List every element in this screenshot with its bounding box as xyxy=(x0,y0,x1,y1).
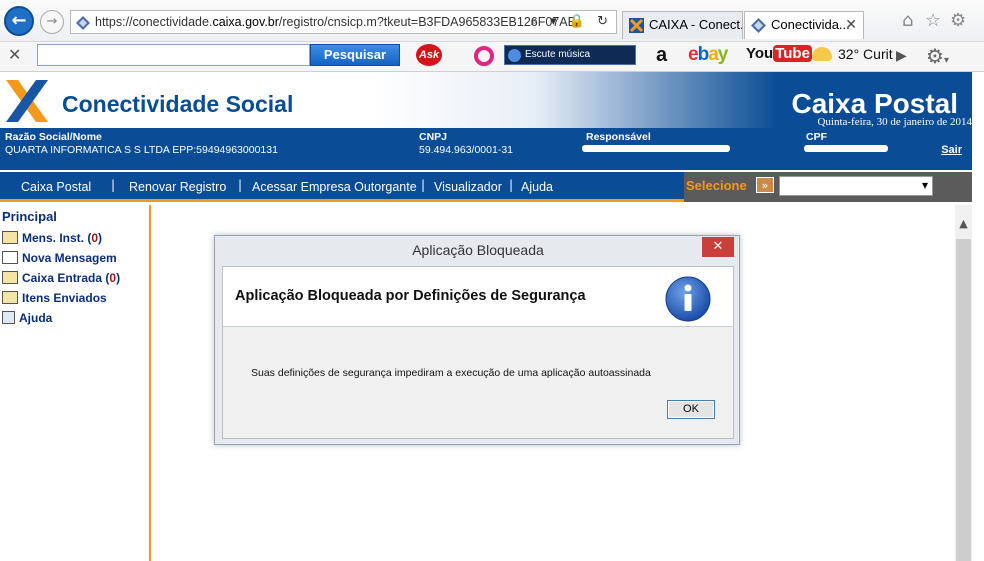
dialog-header: Aplicação Bloqueada por Definições de Se… xyxy=(223,267,733,327)
nav-acessar-empresa[interactable]: Acessar Empresa Outorgante xyxy=(252,180,417,194)
responsavel-redacted xyxy=(582,145,730,152)
nav-separator: | xyxy=(238,178,243,192)
favorites-star-icon[interactable]: ☆ xyxy=(925,10,941,31)
play-icon[interactable] xyxy=(508,49,521,62)
forward-button[interactable]: → xyxy=(40,10,64,34)
dialog-content: Aplicação Bloqueada por Definições de Se… xyxy=(222,266,734,439)
url-text: https://conectividade.caixa.gov.br/regis… xyxy=(95,15,576,29)
ask-logo-icon[interactable]: Ask xyxy=(416,44,442,66)
cnpj-label: CNPJ xyxy=(419,131,448,143)
weather-sun-icon xyxy=(812,47,832,61)
tab-close-icon[interactable]: ✕ xyxy=(845,16,857,33)
sent-items-icon xyxy=(2,291,18,304)
search-button[interactable]: Pesquisar xyxy=(310,44,400,66)
address-row: ← → https://conectividade.caixa.gov.br/r… xyxy=(0,0,984,42)
dialog-close-button[interactable]: ✕ xyxy=(702,237,734,257)
page-header: Conectividade Social Caixa Postal Quinta… xyxy=(0,72,972,128)
ok-button[interactable]: OK xyxy=(667,400,715,419)
toolbar-close-icon[interactable]: ✕ xyxy=(8,45,21,64)
amazon-logo-icon[interactable]: a xyxy=(656,44,667,67)
cpf-label: CPF xyxy=(806,131,827,143)
scroll-up-arrow-icon[interactable]: ▲ xyxy=(955,217,972,233)
address-tools-icons[interactable]: ⌕ ▾ 🔒 ↻ xyxy=(531,14,612,29)
sidebar-item-nova-mensagem[interactable]: Nova Mensagem xyxy=(2,251,117,265)
search-toolbar: ✕ Pesquisar Ask Escute música a ebay You… xyxy=(0,42,984,72)
tab-caixa[interactable]: CAIXA - Conect... xyxy=(622,11,743,39)
megaphone-icon xyxy=(2,231,18,244)
company-select[interactable]: ▾ xyxy=(779,176,933,196)
responsavel-label: Responsável xyxy=(586,131,651,143)
nav-caixa-postal[interactable]: Caixa Postal xyxy=(21,180,91,194)
dialog-heading: Aplicação Bloqueada por Definições de Se… xyxy=(235,288,586,304)
company-info-bar: Razão Social/Nome QUARTA INFORMATICA S S… xyxy=(0,128,972,170)
nav-ajuda[interactable]: Ajuda xyxy=(521,180,553,194)
dialog-body: Suas definições de segurança impediram a… xyxy=(223,327,733,438)
info-icon xyxy=(665,276,711,322)
scroll-thumb[interactable] xyxy=(956,239,971,561)
site-tab-icon xyxy=(751,18,766,33)
new-message-icon xyxy=(2,251,18,264)
ring-icon[interactable] xyxy=(474,46,494,66)
sidebar-item-ajuda[interactable]: Ajuda xyxy=(2,311,52,325)
cnpj-value: 59.494.963/0001-31 xyxy=(419,144,514,156)
main-nav: Caixa Postal | Renovar Registro | Acessa… xyxy=(0,172,972,202)
blocked-app-dialog: Aplicação Bloqueada ✕ Aplicação Bloquead… xyxy=(214,235,740,445)
caixa-tab-icon xyxy=(629,18,644,33)
address-bar[interactable]: https://conectividade.caixa.gov.br/regis… xyxy=(70,10,617,34)
dialog-title: Aplicação Bloqueada xyxy=(412,242,544,258)
sidebar-title: Principal xyxy=(2,209,57,224)
sidebar: Principal Mens. Inst. (0) Nova Mensagem … xyxy=(0,205,151,561)
toolbar-more-arrow-icon[interactable]: ▶ xyxy=(896,48,907,64)
date-text: Quinta-feira, 30 de janeiro de 2014 xyxy=(817,116,972,128)
razao-label: Razão Social/Nome xyxy=(5,131,102,143)
double-arrow-icon: » xyxy=(756,177,774,193)
razao-value: QUARTA INFORMATICA S S LTDA EPP:59494963… xyxy=(5,144,278,156)
settings-gear-icon[interactable]: ⚙ xyxy=(950,10,966,31)
weather-widget[interactable]: 32° Curit xyxy=(812,46,893,62)
sidebar-item-mens-inst[interactable]: Mens. Inst. (0) xyxy=(2,231,102,245)
back-button[interactable]: ← xyxy=(4,6,34,36)
selecione-label: Selecione xyxy=(686,178,747,193)
help-icon xyxy=(2,311,15,324)
nav-renovar-registro[interactable]: Renovar Registro xyxy=(129,180,226,194)
nav-separator: | xyxy=(111,178,116,192)
inbox-icon xyxy=(2,271,18,284)
nav-separator: | xyxy=(509,178,514,192)
logout-link[interactable]: Sair xyxy=(941,144,962,156)
nav-separator: | xyxy=(421,178,426,192)
nav-visualizador[interactable]: Visualizador xyxy=(434,180,502,194)
dialog-message: Suas definições de segurança impediram a… xyxy=(251,367,651,379)
sidebar-item-caixa-entrada[interactable]: Caixa Entrada (0) xyxy=(2,271,120,285)
brand-title: Conectividade Social xyxy=(62,91,294,117)
chevron-down-icon: ▾ xyxy=(921,178,928,192)
tab-conectividade[interactable]: Conectivida... ✕ xyxy=(744,11,864,39)
cpf-redacted xyxy=(804,145,888,152)
toolbar-gear-icon[interactable]: ⚙▾ xyxy=(926,44,949,68)
page-scrollbar[interactable]: ▲ xyxy=(955,205,972,561)
site-favicon-icon xyxy=(76,16,90,30)
ebay-logo-icon[interactable]: ebay xyxy=(688,44,728,66)
browser-chrome: ← → https://conectividade.caixa.gov.br/r… xyxy=(0,0,984,72)
caixa-logo-icon xyxy=(6,80,48,122)
youtube-logo-icon[interactable]: You Tube xyxy=(746,45,812,62)
music-player[interactable]: Escute música xyxy=(504,45,636,65)
home-icon[interactable]: ⌂ xyxy=(902,10,913,31)
select-zone: Selecione » ▾ xyxy=(684,172,972,202)
toolbar-search-input[interactable] xyxy=(37,44,310,66)
sidebar-item-itens-enviados[interactable]: Itens Enviados xyxy=(2,291,107,305)
